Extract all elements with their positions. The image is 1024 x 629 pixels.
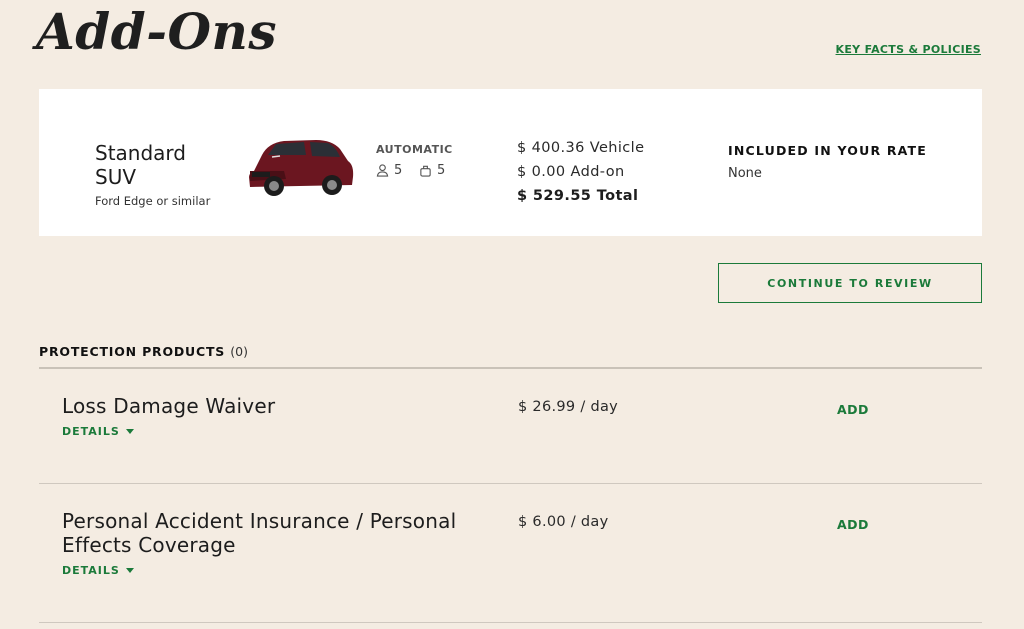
person-icon [376,164,389,177]
transmission-label: AUTOMATIC [376,143,453,156]
caret-down-icon [125,429,134,434]
key-facts-link[interactable]: KEY FACTS & POLICIES [836,43,981,56]
row-divider [39,483,982,484]
add-loss-damage-waiver-button[interactable]: ADD [837,402,869,417]
product-name: Personal Accident Insurance / Personal E… [62,509,457,557]
protection-products-heading: PROTECTION PRODUCTS (0) [39,344,248,359]
bag-capacity: 5 [419,163,445,178]
price-addon: $ 0.00 Add-on [517,164,625,180]
bag-count: 5 [437,163,446,178]
passenger-capacity: 5 [376,163,402,178]
vehicle-subtitle: Ford Edge or similar [95,194,211,208]
page-title: Add-Ons [36,2,278,61]
details-toggle[interactable]: DETAILS [62,425,134,438]
vehicle-summary-card: Standard SUV Ford Edge or similar AUTOMA… [39,89,982,236]
product-name: Loss Damage Waiver [62,394,276,418]
continue-to-review-button[interactable]: CONTINUE TO REVIEW [718,263,982,303]
product-price: $ 6.00 / day [518,514,609,530]
price-vehicle: $ 400.36 Vehicle [517,140,645,156]
add-personal-accident-button[interactable]: ADD [837,517,869,532]
details-toggle[interactable]: DETAILS [62,564,134,577]
details-label: DETAILS [62,425,120,438]
caret-down-icon [125,568,134,573]
included-value: None [728,166,762,181]
section-divider [39,367,982,369]
product-price: $ 26.99 / day [518,399,619,415]
price-total: $ 529.55 Total [517,188,639,204]
included-heading: INCLUDED IN YOUR RATE [728,143,928,158]
vehicle-image [249,140,354,196]
row-divider [39,622,982,623]
passenger-count: 5 [394,163,403,178]
protection-count: (0) [230,344,248,359]
protection-heading-label: PROTECTION PRODUCTS [39,344,226,359]
luggage-icon [420,165,431,177]
details-label: DETAILS [62,564,120,577]
vehicle-name: Standard SUV [95,141,186,189]
